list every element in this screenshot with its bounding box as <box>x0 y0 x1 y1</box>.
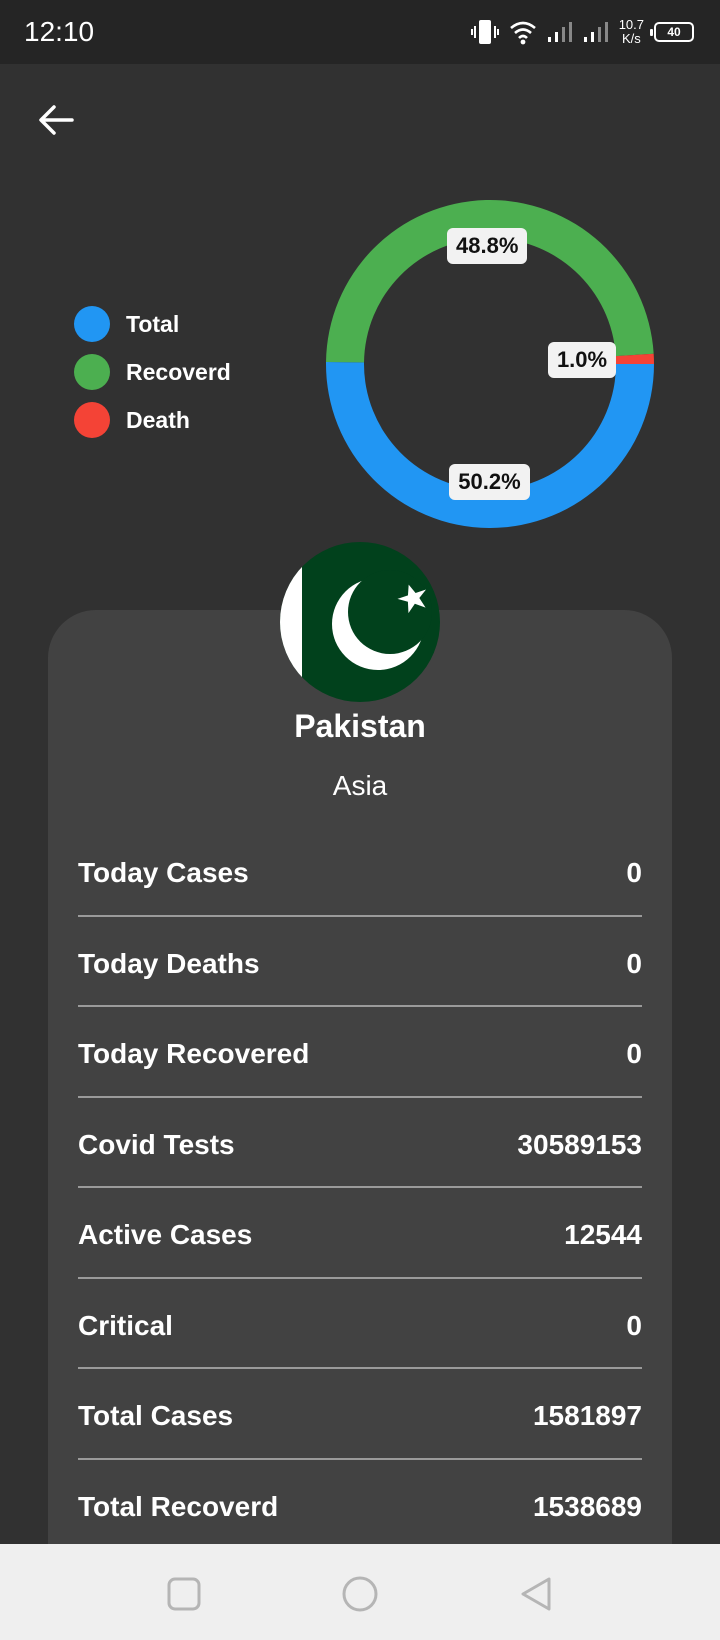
stat-value: 30589153 <box>517 1128 642 1160</box>
legend-item-death: Death <box>74 396 231 444</box>
legend-label-death: Death <box>126 406 190 433</box>
signal-icon <box>547 22 572 42</box>
slice-label-death: 1.0% <box>547 342 617 379</box>
square-recents-icon <box>167 1577 201 1611</box>
continent-name: Asia <box>332 770 388 801</box>
stat-label: Total Recoverd <box>78 1490 279 1522</box>
stat-row-today-cases: Today Cases 0 <box>78 826 642 917</box>
slice-label-total: 50.2% <box>449 463 530 500</box>
stat-row-total-recovered: Total Recoverd 1538689 <box>78 1460 642 1550</box>
stat-row-total-cases: Total Cases 1581897 <box>78 1369 642 1460</box>
status-time: 12:10 <box>24 16 95 47</box>
status-icons: 10.7 K/s 40 <box>470 14 694 50</box>
circle-home-icon <box>342 1576 378 1612</box>
legend-item-recovered: Recoverd <box>74 348 231 396</box>
network-speed: 10.7 K/s <box>619 18 644 46</box>
battery-icon: 40 <box>650 22 694 42</box>
segment-recovered <box>326 199 654 363</box>
stat-row-critical: Critical 0 <box>78 1279 642 1369</box>
wifi-icon <box>509 21 536 45</box>
network-speed-unit: K/s <box>621 31 641 46</box>
network-speed-value: 10.7 <box>618 17 644 32</box>
country-flag <box>280 542 440 702</box>
stat-label: Critical <box>78 1309 173 1341</box>
arrow-left-icon <box>39 105 74 135</box>
stat-value: 1538689 <box>532 1490 642 1522</box>
stat-row-active-cases: Active Cases 12544 <box>78 1188 642 1279</box>
stat-row-today-deaths: Today Deaths 0 <box>78 917 642 1007</box>
battery-level: 40 <box>667 25 681 39</box>
stat-label: Active Cases <box>78 1219 253 1251</box>
stat-value: 0 <box>626 1309 642 1341</box>
back-button[interactable] <box>36 100 76 140</box>
vibrate-icon <box>470 20 499 44</box>
stat-label: Today Cases <box>78 857 249 889</box>
triangle-back-icon <box>521 1577 551 1611</box>
legend-dot-total <box>74 306 110 342</box>
signal-icon <box>583 22 608 42</box>
home-button[interactable] <box>340 1574 380 1614</box>
stat-value: 12544 <box>564 1219 642 1251</box>
country-name: Pakistan <box>294 708 426 744</box>
chart-legend: Total Recoverd Death <box>74 300 231 444</box>
system-back-button[interactable] <box>516 1574 556 1614</box>
legend-item-total: Total <box>74 300 231 348</box>
pakistan-flag-icon <box>280 542 440 702</box>
legend-dot-recovered <box>74 354 110 390</box>
stat-row-covid-tests: Covid Tests 30589153 <box>78 1098 642 1188</box>
stat-value: 1581897 <box>532 1400 642 1432</box>
legend-label-total: Total <box>126 310 180 337</box>
stat-label: Today Recovered <box>78 1038 310 1070</box>
segment-total <box>326 361 654 529</box>
system-nav-bar <box>0 1544 720 1640</box>
stat-label: Today Deaths <box>78 947 260 979</box>
recents-button[interactable] <box>164 1574 204 1614</box>
slice-label-recovered: 48.8% <box>447 228 528 265</box>
stat-label: Covid Tests <box>78 1128 235 1160</box>
stats-list: Today Cases 0 Today Deaths 0 Today Recov… <box>78 826 642 1550</box>
stat-row-today-recovered: Today Recovered 0 <box>78 1007 642 1098</box>
stat-value: 0 <box>626 857 642 889</box>
legend-dot-death <box>74 402 110 438</box>
stat-value: 0 <box>626 1038 642 1070</box>
stat-label: Total Cases <box>78 1400 234 1432</box>
stat-value: 0 <box>626 947 642 979</box>
status-bar: 12:10 10.7 K/s 40 <box>0 0 720 64</box>
legend-label-recovered: Recoverd <box>126 358 231 385</box>
